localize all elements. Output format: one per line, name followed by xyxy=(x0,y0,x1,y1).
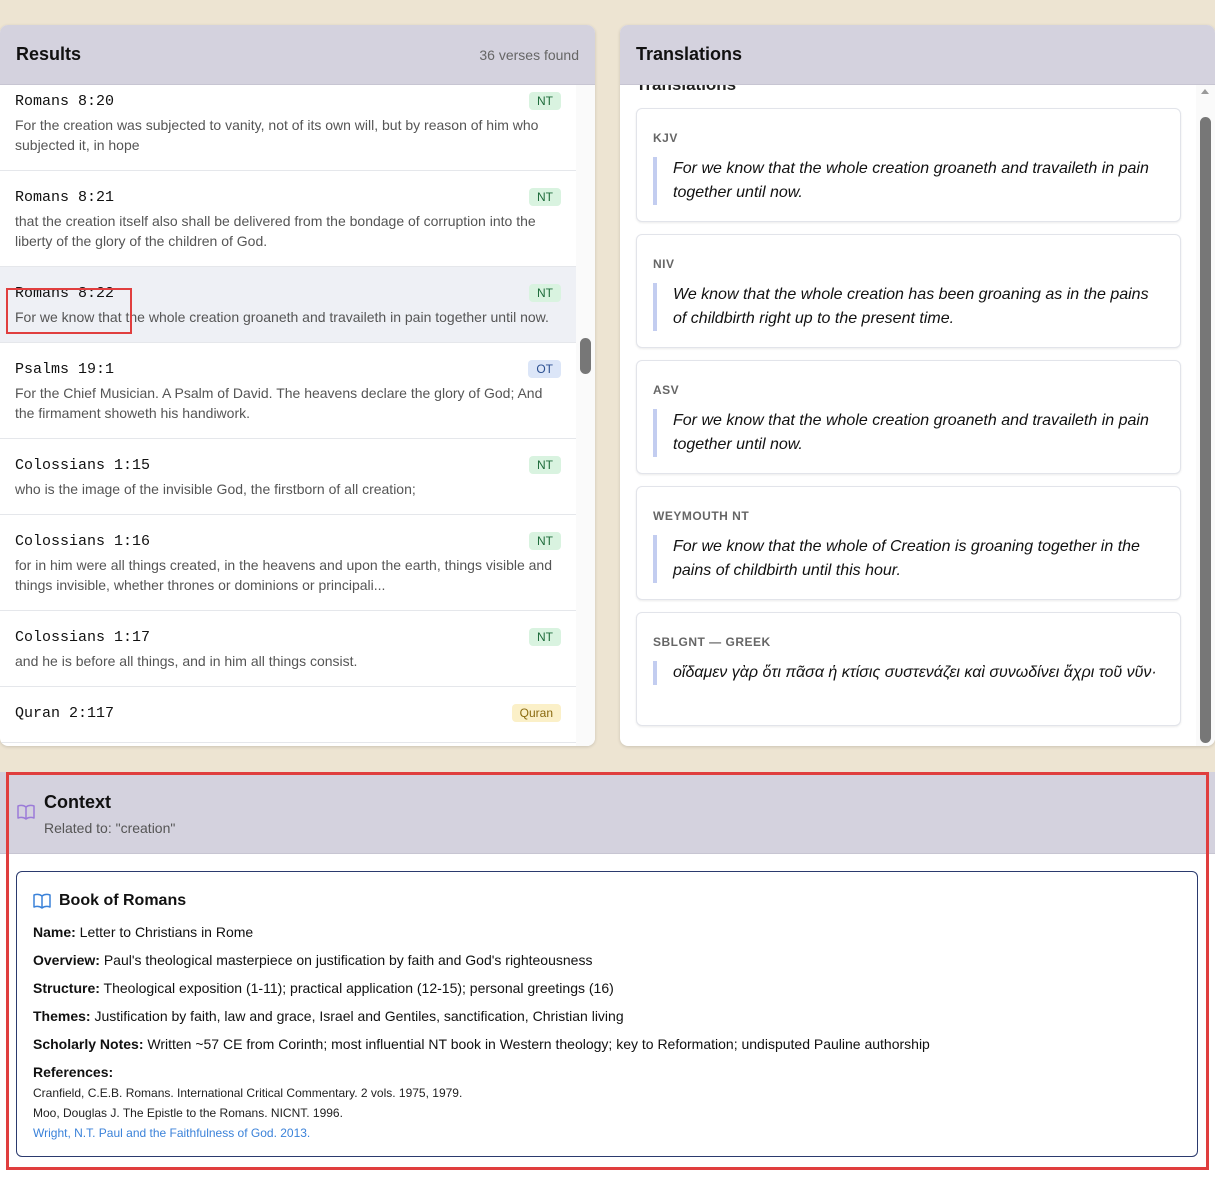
translation-text: We know that the whole creation has been… xyxy=(653,283,1164,331)
verse-ref: Psalms 19:1 xyxy=(15,360,115,378)
result-item[interactable]: Quran 2:117 Quran xyxy=(0,687,576,743)
field-value: Paul's theological masterpiece on justif… xyxy=(99,952,593,968)
book-info-card: Book of Romans Name: Letter to Christian… xyxy=(16,871,1198,1157)
translation-card-kjv: KJV For we know that the whole creation … xyxy=(636,108,1181,222)
testament-badge: NT xyxy=(529,92,561,110)
translations-scrollbar[interactable] xyxy=(1196,85,1215,746)
verse-text: that the creation itself also shall be d… xyxy=(15,213,536,249)
verse-text: For we know that the whole creation groa… xyxy=(15,309,549,325)
result-item-selected[interactable]: Romans 8:22 NT For we know that the whole… xyxy=(0,267,576,343)
verse-text: for in him were all things created, in t… xyxy=(15,557,552,593)
book-title: Book of Romans xyxy=(59,892,187,909)
results-header: Results 36 verses found xyxy=(0,25,595,85)
translations-header: Translations xyxy=(620,25,1215,85)
open-book-icon xyxy=(17,804,35,820)
context-header: Context Related to: "creation" xyxy=(0,772,1215,854)
testament-badge: OT xyxy=(528,360,561,378)
result-item[interactable]: Colossians 1:17 NT and he is before all t… xyxy=(0,611,576,687)
result-item[interactable]: Romans 8:21 NT that the creation itself a… xyxy=(0,171,576,267)
reference-item: Cranfield, C.E.B. Romans. International … xyxy=(33,1086,463,1100)
field-label: Scholarly Notes: xyxy=(33,1036,144,1052)
translation-label: ASV xyxy=(653,383,680,397)
verse-text: For the creation was subjected to vanity… xyxy=(15,117,539,153)
verse-ref: Romans 8:21 xyxy=(15,188,115,206)
results-list: Romans 8:20 NT For the creation was subje… xyxy=(0,85,576,743)
results-scrollbar[interactable] xyxy=(576,85,595,746)
book-field-themes: Themes: Justification by faith, law and … xyxy=(33,1008,1181,1024)
translations-subheading: Translations xyxy=(636,85,736,95)
testament-badge: NT xyxy=(529,284,561,302)
reference-link[interactable]: Wright, N.T. Paul and the Faithfulness o… xyxy=(33,1126,1181,1140)
open-book-icon xyxy=(33,893,51,909)
testament-badge: NT xyxy=(529,188,561,206)
verse-ref: Colossians 1:16 xyxy=(15,532,151,550)
book-field-scholarly-notes: Scholarly Notes: Written ~57 CE from Cor… xyxy=(33,1036,1181,1052)
result-item[interactable]: Colossians 1:15 NT who is the image of th… xyxy=(0,439,576,515)
translation-text: For we know that the whole of Creation i… xyxy=(653,535,1164,583)
results-list-viewport: Romans 8:20 NT For the creation was subje… xyxy=(0,85,576,746)
translation-text: For we know that the whole creation groa… xyxy=(653,409,1164,457)
translations-scrollbar-thumb[interactable] xyxy=(1200,117,1211,743)
testament-badge: NT xyxy=(529,456,561,474)
translation-card-sblgnt: SBLGNT — GREEK οἴδαμεν γὰρ ὅτι πᾶσα ἡ κτ… xyxy=(636,612,1181,726)
field-value: Justification by faith, law and grace, I… xyxy=(90,1008,624,1024)
translation-card-asv: ASV For we know that the whole creation … xyxy=(636,360,1181,474)
verse-text: For the Chief Musician. A Psalm of David… xyxy=(15,385,543,421)
result-item[interactable]: Colossians 1:16 NT for in him were all th… xyxy=(0,515,576,611)
field-label: Overview: xyxy=(33,952,100,968)
verse-text: who is the image of the invisible God, t… xyxy=(15,481,416,497)
context-panel: Context Related to: "creation" Book of R… xyxy=(0,772,1215,1177)
scroll-up-arrow-icon[interactable] xyxy=(1201,89,1209,94)
translation-card-weymouth: WEYMOUTH NT For we know that the whole o… xyxy=(636,486,1181,600)
translation-label: WEYMOUTH NT xyxy=(653,509,750,523)
verse-ref: Colossians 1:17 xyxy=(15,628,151,646)
context-title: Context xyxy=(44,792,111,812)
references-label: References: xyxy=(33,1064,114,1080)
verse-ref: Romans 8:20 xyxy=(15,92,115,110)
field-label: Structure: xyxy=(33,980,100,996)
field-label: Themes: xyxy=(33,1008,91,1024)
verse-text: and he is before all things, and in him … xyxy=(15,653,358,669)
translation-card-niv: NIV We know that the whole creation has … xyxy=(636,234,1181,348)
results-scrollbar-thumb[interactable] xyxy=(580,338,591,374)
reference-item: Moo, Douglas J. The Epistle to the Roman… xyxy=(33,1106,343,1120)
verse-ref: Quran 2:117 xyxy=(15,704,115,722)
field-label: Name: xyxy=(33,924,76,940)
book-field-overview: Overview: Paul's theological masterpiece… xyxy=(33,952,1181,968)
translation-label: SBLGNT — GREEK xyxy=(653,635,771,649)
verse-ref: Romans 8:22 xyxy=(15,284,115,302)
book-field-name: Name: Letter to Christians in Rome xyxy=(33,924,1181,940)
source-badge: Quran xyxy=(511,704,561,722)
translations-panel: Translations Translations KJV For we kno… xyxy=(620,25,1215,746)
field-value: Letter to Christians in Rome xyxy=(75,924,254,940)
testament-badge: NT xyxy=(529,628,561,646)
field-value: Written ~57 CE from Corinth; most influe… xyxy=(143,1036,930,1052)
context-subtitle: Related to: "creation" xyxy=(44,820,176,836)
results-count: 36 verses found xyxy=(479,46,579,63)
verse-ref: Colossians 1:15 xyxy=(15,456,151,474)
translation-text: For we know that the whole creation groa… xyxy=(653,157,1164,205)
results-panel: Results 36 verses found Romans 8:20 NT Fo… xyxy=(0,25,595,746)
translation-text: οἴδαμεν γὰρ ὅτι πᾶσα ἡ κτίσις συστενάζει… xyxy=(653,661,1164,685)
result-item[interactable]: Psalms 19:1 OT For the Chief Musician. A … xyxy=(0,343,576,439)
translations-viewport: Translations KJV For we know that the wh… xyxy=(620,85,1196,746)
translation-label: KJV xyxy=(653,131,678,145)
translations-title: Translations xyxy=(636,44,743,64)
field-value: Theological exposition (1-11); practical… xyxy=(99,980,614,996)
translation-label: NIV xyxy=(653,257,675,271)
book-heading: Book of Romans xyxy=(33,892,1181,910)
book-field-structure: Structure: Theological exposition (1-11)… xyxy=(33,980,1181,996)
testament-badge: NT xyxy=(529,532,561,550)
result-item[interactable]: Romans 8:20 NT For the creation was subje… xyxy=(0,85,576,171)
results-title: Results xyxy=(16,44,82,64)
